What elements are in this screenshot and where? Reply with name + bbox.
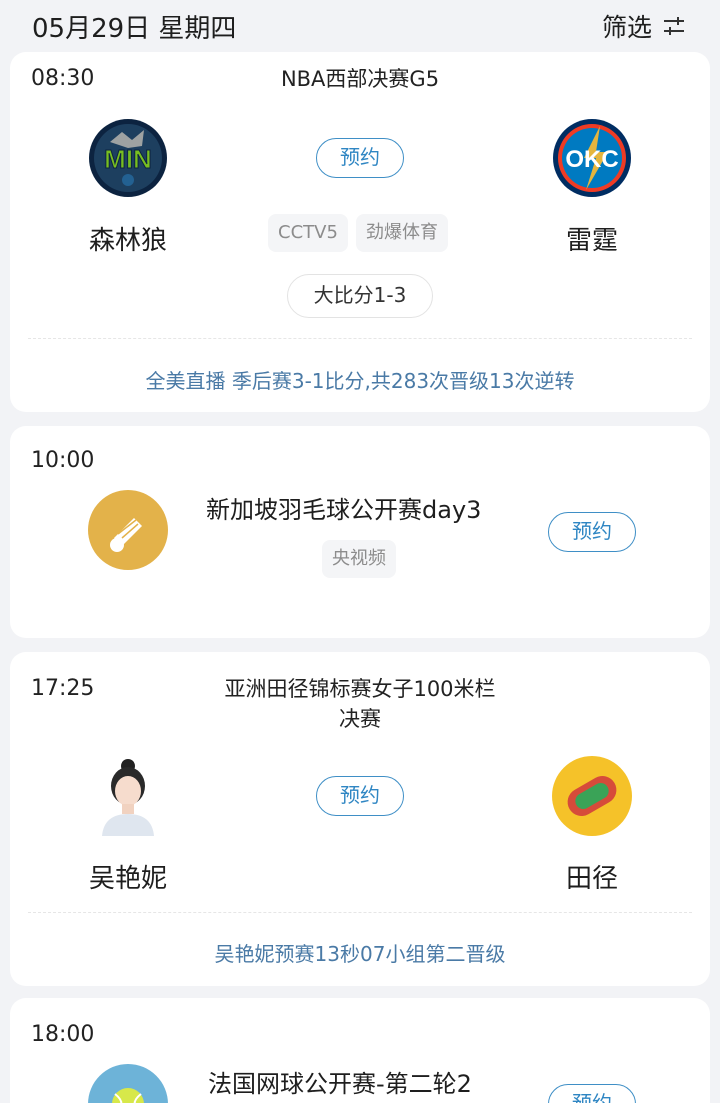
reserve-button[interactable]: 预约 xyxy=(548,512,636,552)
reserve-button[interactable]: 预约 xyxy=(316,138,404,178)
match-title-line1: 亚洲田径锦标赛女子100米栏 xyxy=(224,677,496,701)
home-athlete-name: 吴艳妮 xyxy=(88,864,167,894)
match-card[interactable]: 10:00 新加坡羽毛球公开赛day3 央视频 预约 xyxy=(10,426,710,638)
filter-label: 筛选 xyxy=(601,13,652,42)
athlete-avatar xyxy=(88,756,168,836)
away-team-name: 雷霆 xyxy=(565,226,618,256)
divider xyxy=(28,338,692,339)
timberwolves-logo-icon: MIN xyxy=(89,119,167,197)
filter-icon xyxy=(664,17,684,35)
match-title: NBA西部决赛G5 xyxy=(280,67,440,91)
match-card[interactable]: 08:30 NBA西部决赛G5 MIN 森林狼 预约 CCTV5 劲爆体育 OK… xyxy=(10,52,710,412)
match-card[interactable]: 18:00 法国网球公开赛-第二轮2 预约 xyxy=(10,998,710,1103)
channel-tag: 央视频 xyxy=(322,540,396,578)
match-note-link[interactable]: 全美直播 季后赛3-1比分,共283次晋级13次逆转 xyxy=(10,365,710,394)
thunder-logo-text: OKC xyxy=(565,146,618,173)
timberwolves-logo-text: MIN xyxy=(104,144,152,174)
thunder-logo-icon: OKC xyxy=(553,119,631,197)
match-time: 18:00 xyxy=(31,1022,95,1047)
match-time: 10:00 xyxy=(31,448,95,473)
match-title: 新加坡羽毛球公开赛day3 xyxy=(206,496,482,524)
match-note-link[interactable]: 吴艳妮预赛13秒07小组第二晋级 xyxy=(10,938,710,967)
home-team-name: 森林狼 xyxy=(88,226,167,256)
away-team[interactable]: 田径 xyxy=(522,756,662,895)
top-bar: 05月29日 星期四 筛选 xyxy=(0,0,720,52)
match-title: 法国网球公开赛-第二轮2 xyxy=(208,1070,472,1098)
tennis-icon xyxy=(88,1064,168,1103)
reserve-button[interactable]: 预约 xyxy=(316,776,404,816)
divider xyxy=(28,912,692,913)
away-team-name: 田径 xyxy=(565,864,618,894)
filter-button[interactable]: 筛选 xyxy=(602,8,686,44)
date-label: 05月29日 星期四 xyxy=(32,14,237,44)
badminton-icon xyxy=(88,490,168,570)
match-title-line2: 决赛 xyxy=(339,707,381,731)
series-score-badge: 大比分1-3 xyxy=(287,274,433,318)
home-team[interactable]: MIN 森林狼 xyxy=(58,118,198,257)
away-team[interactable]: OKC 雷霆 xyxy=(522,118,662,257)
channel-tag: 劲爆体育 xyxy=(356,214,448,252)
channel-tag: CCTV5 xyxy=(268,214,348,252)
reserve-button[interactable]: 预约 xyxy=(548,1084,636,1103)
athletics-track-icon xyxy=(552,756,632,836)
match-card[interactable]: 17:25 亚洲田径锦标赛女子100米栏 决赛 吴艳妮 预约 田径 吴艳妮预赛1… xyxy=(10,652,710,986)
home-athlete[interactable]: 吴艳妮 xyxy=(58,756,198,895)
